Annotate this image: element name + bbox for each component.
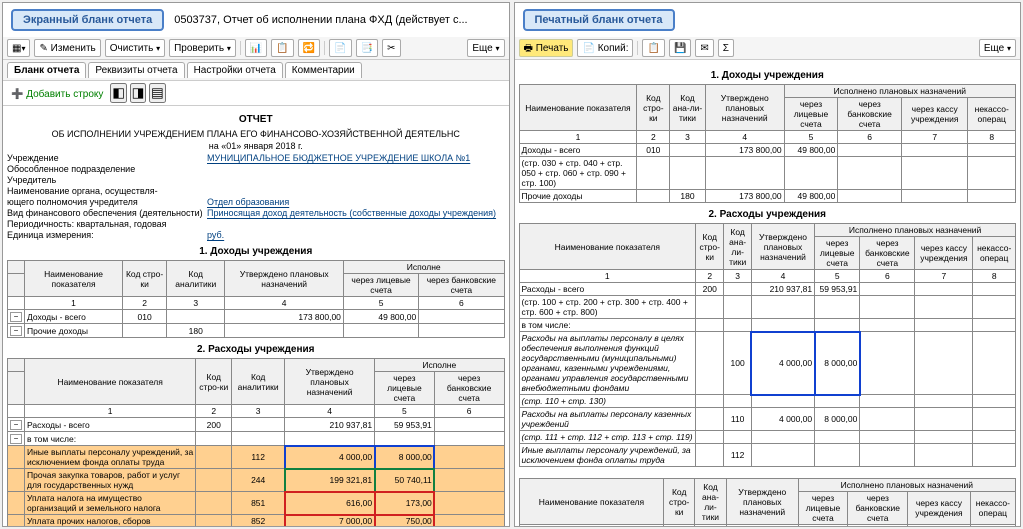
table-row: Иные выплаты персоналу учреждений, за ис… [519, 444, 1016, 467]
lbl-founder: Учредитель [7, 175, 207, 185]
tab-comments[interactable]: Комментарии [285, 62, 362, 78]
form-date: на «01» января 2018 г. [7, 141, 505, 151]
r-section1: 1. Доходы учреждения [519, 70, 1017, 81]
lbl-period: Периодичность: квартальная, годовая [7, 219, 207, 229]
lbl-institution: Учреждение [7, 153, 207, 163]
screen-form-pane: Экранный бланк отчета 0503737, Отчет об … [2, 2, 510, 527]
tool-icon-d[interactable]: 📄 [329, 39, 351, 57]
add-row-button[interactable]: ➕ Добавить строку [7, 87, 107, 102]
row-tool-c[interactable]: ▤ [149, 83, 166, 103]
edit-button[interactable]: ✎ Изменить [34, 39, 100, 57]
left-tabs: Бланк отчета Реквизиты отчета Настройки … [3, 60, 509, 81]
print-form-pane: Печатный бланк отчета 🖶 Печать 📄 Копий: … [514, 2, 1022, 527]
print-form-header: Печатный бланк отчета [523, 9, 675, 31]
section1-title: 1. Доходы учреждения [7, 246, 505, 257]
row-tool-b[interactable]: ◨ [130, 83, 147, 103]
left-content[interactable]: ОТЧЕТ ОБ ИСПОЛНЕНИИ УЧРЕЖДЕНИЕМ ПЛАНА ЕГ… [3, 106, 509, 526]
table-row[interactable]: Иные выплаты персоналу учреждений, за ис… [8, 446, 505, 469]
table-row[interactable]: Прочая закупка товаров, работ и услуг дл… [8, 469, 505, 492]
screen-form-header: Экранный бланк отчета [11, 9, 164, 31]
lbl-fin: Вид финансового обеспечения (деятельност… [7, 208, 207, 218]
left-toolbar: ▦▾ ✎ Изменить Очистить ▾ Проверить ▾ 📊 📋… [3, 37, 509, 60]
table-row[interactable]: − Расходы - всего200 210 937,81 59 953,9… [8, 418, 505, 432]
right-content[interactable]: 1. Доходы учреждения Наименование показа… [515, 60, 1021, 526]
tool-icon-b[interactable]: 📋 [271, 39, 293, 57]
lbl-subdivision: Обособленное подразделение [7, 164, 207, 174]
tool-icon-c[interactable]: 🔁 [298, 39, 320, 57]
rtool-d[interactable]: Σ [718, 39, 734, 57]
table-row: Расходы на выплаты персоналу в целях обе… [519, 332, 1016, 395]
table-row[interactable]: − Прочие доходы 180 [8, 324, 505, 338]
val-organ: Отдел образования [207, 197, 289, 207]
tool-icon-f[interactable]: ✂ [382, 39, 400, 57]
tool-icon-e[interactable]: 📑 [356, 39, 378, 57]
r-expense-table-1: Наименование показателя Код стро-ки Код … [519, 223, 1017, 467]
table-row[interactable]: − в том числе: [8, 432, 505, 446]
r-expense-table-2: Наименование показателя Код стро-ки Код … [519, 478, 1017, 526]
row-tool-a[interactable]: ◧ [110, 83, 127, 103]
form-subtitle: ОБ ИСПОЛНЕНИИ УЧРЕЖДЕНИЕМ ПЛАНА ЕГО ФИНА… [7, 129, 505, 139]
expand-toggle[interactable]: − [10, 326, 22, 336]
val-unit: руб. [207, 230, 224, 240]
form-title: ОТЧЕТ [7, 114, 505, 125]
table-row: (стр. 100 + стр. 200 + стр. 300 + стр. 4… [519, 296, 1016, 319]
table-row: Расходы - всего200 210 937,8159 953,91 [519, 283, 1016, 296]
table-row: (стр. 110 + стр. 130) [519, 395, 1016, 408]
table-row: Прочие доходы180 173 800,0049 800,00 [519, 190, 1016, 203]
income-table: Наименование показателя Код стро-ки Код … [7, 260, 505, 338]
clear-button[interactable]: Очистить ▾ [105, 39, 165, 57]
table-row[interactable]: Уплата налога на имущество организаций и… [8, 492, 505, 515]
expand-toggle[interactable]: − [10, 420, 22, 430]
lbl-unit: Единица измерения: [7, 230, 207, 240]
check-button[interactable]: Проверить ▾ [169, 39, 236, 57]
lbl-organ2: ющего полномочия учредителя [7, 197, 207, 207]
rtool-a[interactable]: 📋 [642, 39, 664, 57]
table-row: (стр. 030 + стр. 040 + стр. 050 + стр. 0… [519, 157, 1016, 190]
expand-toggle[interactable]: − [10, 312, 22, 322]
right-toolbar: 🖶 Печать 📄 Копий: 📋 💾 ✉ Σ Еще ▾ [515, 37, 1021, 60]
print-button[interactable]: 🖶 Печать [519, 39, 574, 57]
lbl-organ: Наименование органа, осуществля- [7, 186, 207, 196]
tab-form[interactable]: Бланк отчета [7, 62, 86, 78]
table-row[interactable]: Уплата прочих налогов, сборов 852 7 000,… [8, 515, 505, 527]
tab-settings[interactable]: Настройки отчета [187, 62, 283, 78]
rtool-c[interactable]: ✉ [695, 39, 713, 57]
tool-icon-a[interactable]: 📊 [245, 39, 267, 57]
table-row: (стр. 111 + стр. 112 + стр. 113 + стр. 1… [519, 431, 1016, 444]
val-fin: Приносящая доход деятельность (собственн… [207, 208, 496, 218]
table-row: Расходы на выплаты персоналу казенных уч… [519, 408, 1016, 431]
icon-button-1[interactable]: ▦▾ [7, 39, 30, 57]
r-section2: 2. Расходы учреждения [519, 209, 1017, 220]
r-income-table: Наименование показателя Код стро-ки Код … [519, 84, 1017, 203]
table-row[interactable]: − Доходы - всего010 173 800,00 49 800,00 [8, 310, 505, 324]
rtool-b[interactable]: 💾 [669, 39, 691, 57]
val-institution: МУНИЦИПАЛЬНОЕ БЮДЖЕТНОЕ УЧРЕЖДЕНИЕ ШКОЛА… [207, 153, 470, 163]
document-title: 0503737, Отчет об исполнении плана ФХД (… [174, 14, 504, 26]
more-button-right[interactable]: Еще ▾ [979, 39, 1016, 57]
table-row: в том числе: [519, 319, 1016, 332]
copies-button[interactable]: 📄 Копий: [577, 39, 633, 57]
expand-toggle[interactable]: − [10, 434, 22, 444]
table-row: Доходы - всего010 173 800,0049 800,00 [519, 144, 1016, 157]
more-button-left[interactable]: Еще ▾ [467, 39, 504, 57]
section2-title: 2. Расходы учреждения [7, 344, 505, 355]
expense-table: Наименование показателя Код стро-ки Код … [7, 358, 505, 526]
tab-requisites[interactable]: Реквизиты отчета [88, 62, 184, 78]
